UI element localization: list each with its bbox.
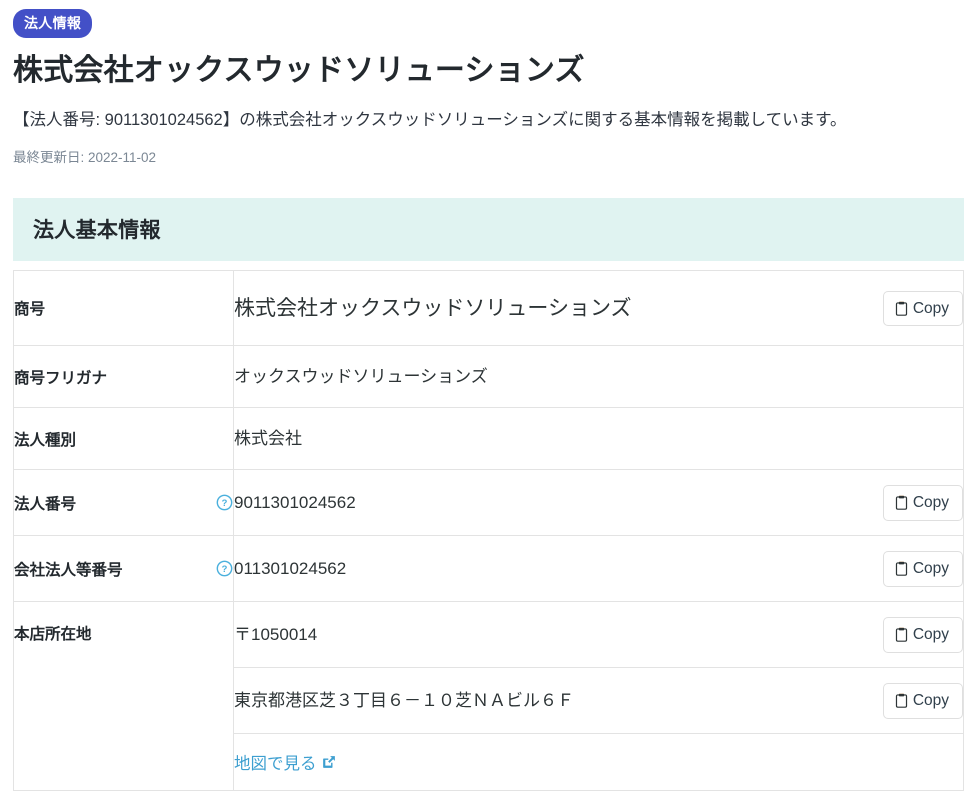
question-circle-icon[interactable]: ? [216,560,233,577]
copy-button-label: Copy [912,560,949,577]
label-text: 商号フリガナ [14,369,108,387]
table-row: 法人番号 ? 9011301024562 Copy [13,469,964,537]
page-description: 【法人番号: 9011301024562】の株式会社オックスウッドソリューション… [13,110,847,129]
page-title: 株式会社オックスウッドソリューションズ [13,54,585,87]
row-value-postal-code: 〒1050014 Copy [233,601,964,669]
copy-button-label: Copy [912,626,949,643]
clipboard-icon [895,693,908,709]
value-text: 〒1050014 [234,624,318,644]
row-value-map-link: 地図で見る [233,733,964,792]
copy-button-label: Copy [912,692,949,709]
map-link[interactable]: 地図で見る [234,750,336,774]
value-text: 株式会社 [234,428,302,448]
last-updated-text: 最終更新日: 2022-11-02 [13,150,157,166]
card-header: 法人基本情報 [13,198,964,262]
external-link-icon [322,755,336,769]
label-text: 本店所在地 [14,626,92,644]
clipboard-icon [895,495,908,511]
clipboard-icon [895,627,908,643]
copy-button-company-number[interactable]: Copy [882,551,963,587]
copy-button-label: Copy [912,299,949,317]
question-circle-icon[interactable]: ? [216,494,233,511]
corporate-info-card: 法人基本情報 商号 株式会社オックスウッドソリューションズ Copy 商号フリガ… [13,198,964,792]
copy-button-label: Copy [912,494,949,511]
row-value-company-number: 011301024562 Copy [233,535,964,603]
value-text: 株式会社オックスウッドソリューションズ [234,296,632,320]
row-value-address: 東京都港区芝３丁目６－１０芝ＮＡビル６Ｆ Copy [233,667,964,735]
row-value-corporate-type: 株式会社 [233,407,964,471]
page-root: 法人情報 株式会社オックスウッドソリューションズ 【法人番号: 90113010… [0,0,977,792]
copy-button-postal-code[interactable]: Copy [882,617,963,653]
svg-text:?: ? [222,564,228,575]
clipboard-icon [895,301,908,316]
label-text: 法人番号 [14,495,77,513]
table-row: 商号フリガナ オックスウッドソリューションズ [13,345,964,409]
label-text: 法人種別 [14,431,77,449]
category-badge: 法人情報 [13,9,93,38]
value-text: オックスウッドソリューションズ [234,366,488,386]
clipboard-icon [895,561,908,577]
table-row: 本店所在地 〒1050014 Copy [13,601,964,792]
table-row: 会社法人等番号 ? 011301024562 Copy [13,535,964,603]
row-label-company-number: 会社法人等番号 ? [13,535,234,603]
map-link-label: 地図で見る [234,755,317,774]
row-value-trade-name-kana: オックスウッドソリューションズ [233,345,964,409]
row-label-trade-name: 商号 [13,270,234,347]
label-text: 会社法人等番号 [14,561,123,579]
corporate-info-table: 商号 株式会社オックスウッドソリューションズ Copy 商号フリガナ オックスウ… [13,270,964,792]
copy-button-address[interactable]: Copy [882,683,963,719]
value-text: 011301024562 [234,558,347,578]
badge-row: 法人情報 [13,0,964,38]
copy-button-corporate-number[interactable]: Copy [882,485,963,521]
table-row: 法人種別 株式会社 [13,407,964,471]
card-title: 法人基本情報 [33,219,161,243]
row-label-head-office: 本店所在地 [13,601,234,792]
row-label-corporate-type: 法人種別 [13,407,234,471]
row-label-trade-name-kana: 商号フリガナ [13,345,234,409]
svg-text:?: ? [222,498,228,509]
row-value-corporate-number: 9011301024562 Copy [233,469,964,537]
value-text: 東京都港区芝３丁目６－１０芝ＮＡビル６Ｆ [234,690,574,710]
label-text: 商号 [14,301,46,319]
table-row: 商号 株式会社オックスウッドソリューションズ Copy [13,270,964,347]
copy-button-trade-name[interactable]: Copy [882,290,963,326]
row-label-corporate-number: 法人番号 ? [13,469,234,537]
value-text: 9011301024562 [234,492,356,512]
row-value-trade-name: 株式会社オックスウッドソリューションズ Copy [233,270,964,347]
